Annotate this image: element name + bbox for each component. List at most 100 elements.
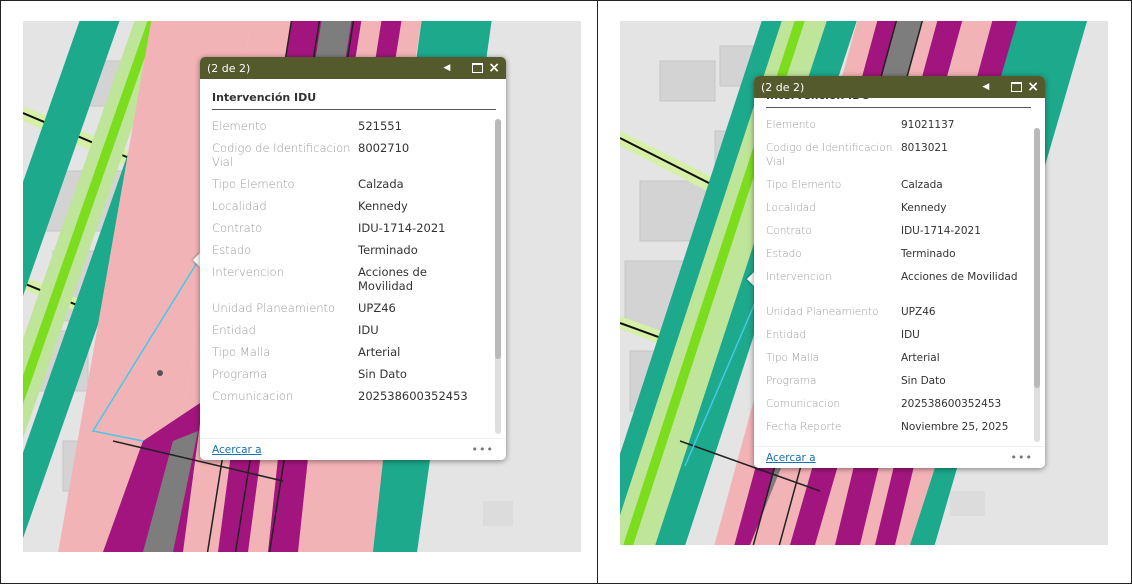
attribute-label: Elemento (212, 119, 267, 133)
attribute-label: Tipo Elemento (766, 179, 842, 191)
attribute-value: Calzada (358, 177, 404, 191)
zoom-to-link[interactable]: Acercar a (766, 452, 816, 464)
attribute-label: Intervencion (766, 271, 832, 283)
scroll-thumb[interactable] (495, 119, 501, 359)
attribute-label: Localidad (212, 199, 267, 213)
attribute-label: Unidad Planeamiento (766, 306, 879, 318)
attribute-label: Localidad (766, 202, 816, 214)
attribute-value: Acciones de Movilidad (358, 265, 427, 293)
popup-title: Intervención IDU (766, 98, 1031, 108)
close-icon[interactable]: × (1027, 80, 1039, 94)
attribute-value: Sin Dato (358, 367, 407, 381)
popup-body[interactable]: Intervención IDU Elemento 91021137 Codigo … (754, 98, 1045, 446)
maximize-icon[interactable] (472, 63, 484, 73)
attribute-row: Elemento 521551 (212, 119, 496, 141)
attribute-row: Intervencion Acciones de Movilidad (212, 265, 496, 301)
attribute-value: IDU (358, 323, 379, 337)
attribute-value: UPZ46 (358, 301, 396, 315)
attribute-label: Codigo de Identificacion Vial (212, 141, 351, 169)
attribute-value: UPZ46 (901, 306, 936, 318)
attribute-row: Estado Terminado (212, 243, 496, 265)
attribute-label: Unidad Planeamiento (212, 301, 336, 315)
attribute-row: Fecha Reporte Noviembre 25, 2025 (766, 420, 1031, 446)
info-popup: (2 de 2) ◀ × Intervención IDU Elemento 52… (200, 57, 506, 460)
attribute-label: Tipo Malla (766, 352, 820, 364)
attribute-value: 8013021 (901, 142, 948, 154)
attribute-row: Tipo Malla Arterial (212, 345, 496, 367)
attribute-label: Contrato (212, 221, 263, 235)
attribute-value: Arterial (358, 345, 401, 359)
attribute-row: Unidad Planeamiento UPZ46 (212, 301, 496, 323)
previous-feature-icon[interactable]: ◀ (982, 82, 989, 92)
attribute-row: Codigo de Identificacion Vial 8002710 (212, 141, 496, 177)
popup-footer: Acercar a ••• (200, 438, 506, 460)
attribute-label: Comunicacion (766, 398, 841, 410)
info-popup: (2 de 2) ◀ × Intervención IDU Elemento 91… (754, 76, 1045, 468)
attribute-label: Estado (212, 243, 252, 257)
left-screenshot-cell: (2 de 2) ◀ × Intervención IDU Elemento 52… (0, 0, 598, 584)
attribute-value: IDU-1714-2021 (901, 225, 981, 237)
close-icon[interactable]: × (488, 61, 500, 75)
previous-feature-icon[interactable]: ◀ (443, 63, 450, 73)
attribute-label: Comunicacion (212, 389, 294, 403)
attribute-row: Estado Terminado (766, 247, 1031, 270)
attribute-label: Fecha Reporte (766, 421, 842, 433)
more-options-icon[interactable]: ••• (1011, 451, 1033, 464)
zoom-to-link[interactable]: Acercar a (212, 444, 262, 456)
attribute-value: IDU (901, 329, 920, 341)
attribute-value: 202538600352453 (358, 389, 468, 403)
attribute-list: Elemento 91021137 Codigo de Identificacion… (766, 108, 1031, 446)
attribute-row: Tipo Malla Arterial (766, 351, 1031, 374)
popup-scrollbar[interactable] (1034, 128, 1040, 442)
attribute-list: Elemento 521551 Codigo de Identificacion V… (212, 110, 496, 411)
popup-scrollbar[interactable] (495, 119, 501, 434)
popup-header: (2 de 2) ◀ × (754, 76, 1045, 98)
attribute-row: Comunicacion 202538600352453 (766, 397, 1031, 420)
attribute-row: Intervencion Acciones de Movilidad (766, 270, 1031, 305)
attribute-value: Calzada (901, 179, 943, 191)
attribute-value: 8002710 (358, 141, 410, 155)
attribute-row: Contrato IDU-1714-2021 (766, 224, 1031, 247)
more-options-icon[interactable]: ••• (472, 443, 494, 456)
attribute-label: Elemento (766, 119, 816, 131)
map-view-left[interactable]: (2 de 2) ◀ × Intervención IDU Elemento 52… (23, 21, 581, 552)
attribute-value: Acciones de Movilidad (901, 271, 1018, 283)
maximize-icon[interactable] (1011, 82, 1023, 92)
attribute-value: Terminado (358, 243, 418, 257)
attribute-row: Contrato IDU-1714-2021 (212, 221, 496, 243)
attribute-label: Contrato (766, 225, 812, 237)
attribute-value: Terminado (901, 248, 956, 260)
attribute-value: Noviembre 25, 2025 (901, 421, 1009, 433)
feature-counter: (2 de 2) (761, 80, 805, 94)
attribute-value: 202538600352453 (901, 398, 1002, 410)
attribute-label: Entidad (766, 329, 807, 341)
attribute-label: Codigo de Identificacion Vial (766, 142, 893, 168)
attribute-value: Arterial (901, 352, 940, 364)
scroll-thumb[interactable] (1034, 128, 1040, 388)
attribute-value: 521551 (358, 119, 402, 133)
map-view-right[interactable]: (2 de 2) ◀ × Intervención IDU Elemento 91… (620, 21, 1108, 545)
attribute-row: Comunicacion 202538600352453 (212, 389, 496, 411)
right-screenshot-cell: (2 de 2) ◀ × Intervención IDU Elemento 91… (597, 0, 1132, 584)
popup-footer: Acercar a ••• (754, 446, 1045, 468)
attribute-row: Tipo Elemento Calzada (766, 178, 1031, 201)
attribute-label: Programa (766, 375, 817, 387)
attribute-value: Kennedy (901, 202, 947, 214)
attribute-label: Entidad (212, 323, 256, 337)
popup-body[interactable]: Intervención IDU Elemento 521551 Codigo de… (200, 91, 506, 438)
attribute-value: Sin Dato (901, 375, 946, 387)
attribute-row: Tipo Elemento Calzada (212, 177, 496, 199)
popup-header: (2 de 2) ◀ × (200, 57, 506, 79)
attribute-row: Localidad Kennedy (766, 201, 1031, 224)
attribute-value: 91021137 (901, 119, 955, 131)
attribute-label: Estado (766, 248, 802, 260)
attribute-row: Programa Sin Dato (212, 367, 496, 389)
attribute-label: Tipo Elemento (212, 177, 295, 191)
attribute-label: Programa (212, 367, 268, 381)
attribute-row: Elemento 91021137 (766, 118, 1031, 141)
popup-title: Intervención IDU (212, 91, 496, 110)
attribute-row: Entidad IDU (212, 323, 496, 345)
feature-counter: (2 de 2) (207, 61, 251, 75)
attribute-label: Tipo Malla (212, 345, 271, 359)
attribute-row: Unidad Planeamiento UPZ46 (766, 305, 1031, 328)
